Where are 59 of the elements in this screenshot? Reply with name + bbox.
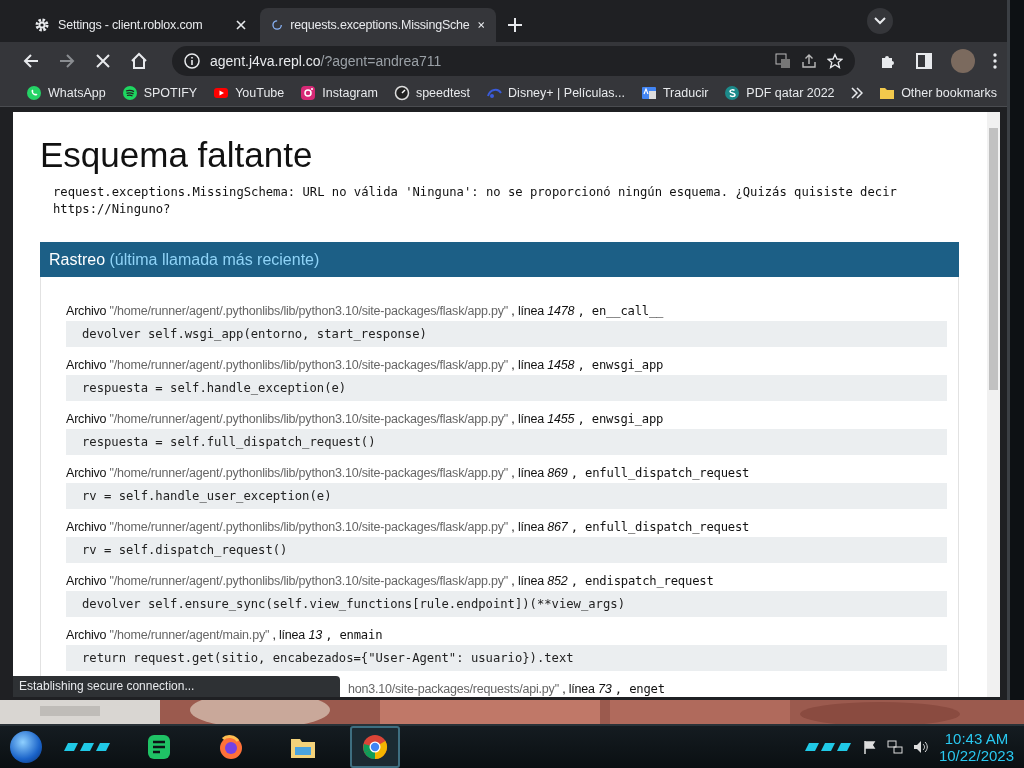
frame-location: Archivo "/home/runner/agent/.pythonlibs/lib/python3.10/site-packages/flask/app.py" , línea 867 , enfull_dispatch_request (66, 519, 751, 536)
folder-icon (879, 86, 896, 100)
bookmark-folder[interactable]: Other bookmarks (879, 86, 997, 100)
chevron-down-icon (874, 17, 886, 25)
spotify-icon (121, 85, 138, 101)
firefox-icon (217, 733, 245, 761)
play-icon (213, 85, 230, 101)
chrome-icon (361, 733, 389, 761)
flag-icon (862, 740, 877, 754)
s-letter-icon (724, 85, 741, 101)
bookmark[interactable]: Instagram (300, 85, 378, 101)
bookmark[interactable]: Traducir (640, 85, 709, 101)
share-icon (801, 53, 817, 69)
frame-location: Archivo "/home/runner/agent/.pythonlibs/lib/python3.10/site-packages/flask/app.py" , línea 1478 , en__call__ (66, 303, 665, 320)
frame-location: hon3.10/site-packages/requests/api.py" , línea 73 , enget (348, 681, 665, 697)
traceback-title: Rastreo (49, 251, 107, 268)
browser-tab[interactable]: requests.exceptions.MissingSche (260, 8, 496, 42)
error-message: request.exceptions.MissingSchema: URL no válida 'Ninguna': no se proporcionó ningún esquema. ¿Quizás quisiste decir https://Ninguno? (53, 184, 898, 218)
tab-search-button[interactable] (867, 8, 893, 34)
bookmark[interactable]: WhatsApp (26, 85, 106, 101)
clock[interactable]: 10:43 AM 10/22/2023 (938, 730, 1014, 764)
start-button[interactable] (10, 731, 42, 763)
status-bubble: Establishing secure connection... (13, 676, 340, 697)
side-panel-icon[interactable] (915, 52, 933, 70)
more-icon[interactable] (993, 52, 997, 70)
frame-location: Archivo "/home/runner/agent/main.py" , línea 13 , enmain (66, 627, 384, 644)
stripes-drawing (804, 743, 853, 751)
info-icon (184, 53, 200, 69)
browser-tab[interactable]: Settings - client.roblox.com (22, 8, 258, 42)
url-text: agent.j4va.repl.co/?agent=andrea711 (210, 53, 442, 69)
scrollbar[interactable] (987, 112, 1000, 697)
stripes-drawing (64, 743, 112, 751)
notes-icon (145, 733, 173, 761)
home-icon[interactable] (130, 52, 148, 70)
frame-location: Archivo "/home/runner/agent/.pythonlibs/lib/python3.10/site-packages/flask/app.py" , línea 1455 , enwsgi_app (66, 411, 665, 428)
close-icon[interactable] (236, 20, 246, 30)
star-icon (827, 53, 843, 69)
speaker-icon (912, 740, 929, 754)
gauge-icon (393, 85, 410, 101)
bookmark[interactable]: speedtest (393, 85, 471, 101)
taskbar-app[interactable] (350, 726, 400, 768)
forward-icon[interactable] (58, 52, 76, 70)
frame-location: Archivo "/home/runner/agent/.pythonlibs/lib/python3.10/site-packages/flask/app.py" , línea 852 , endispatch_request (66, 573, 715, 590)
close-icon[interactable] (477, 20, 484, 30)
plus-icon[interactable] (508, 18, 522, 32)
frame-location: Archivo "/home/runner/agent/.pythonlibs/lib/python3.10/site-packages/flask/app.py" , línea 1458 , enwsgi_app (66, 357, 665, 374)
camera-icon (300, 85, 317, 101)
frame-location: Archivo "/home/runner/agent/.pythonlibs/lib/python3.10/site-packages/flask/app.py" , línea 869 , enfull_dispatch_request (66, 465, 751, 482)
back-icon[interactable] (22, 52, 40, 70)
bookmark[interactable]: YouTube (213, 85, 285, 101)
bookmark[interactable]: Disney+ | Películas... (486, 85, 625, 101)
page-title: Esquema faltante (40, 135, 314, 175)
bookmark[interactable]: PDF qatar 2022 (724, 85, 835, 101)
traceback-subtitle: (última llamada más reciente) (109, 251, 320, 268)
close-icon[interactable] (94, 52, 112, 70)
bookmark[interactable]: SPOTIFY (121, 85, 198, 101)
address-bar[interactable]: agent.j4va.repl.co/?agent=andrea711 (172, 46, 855, 76)
whatsapp-icon (26, 85, 42, 101)
chevron-right-icon[interactable] (851, 87, 864, 99)
